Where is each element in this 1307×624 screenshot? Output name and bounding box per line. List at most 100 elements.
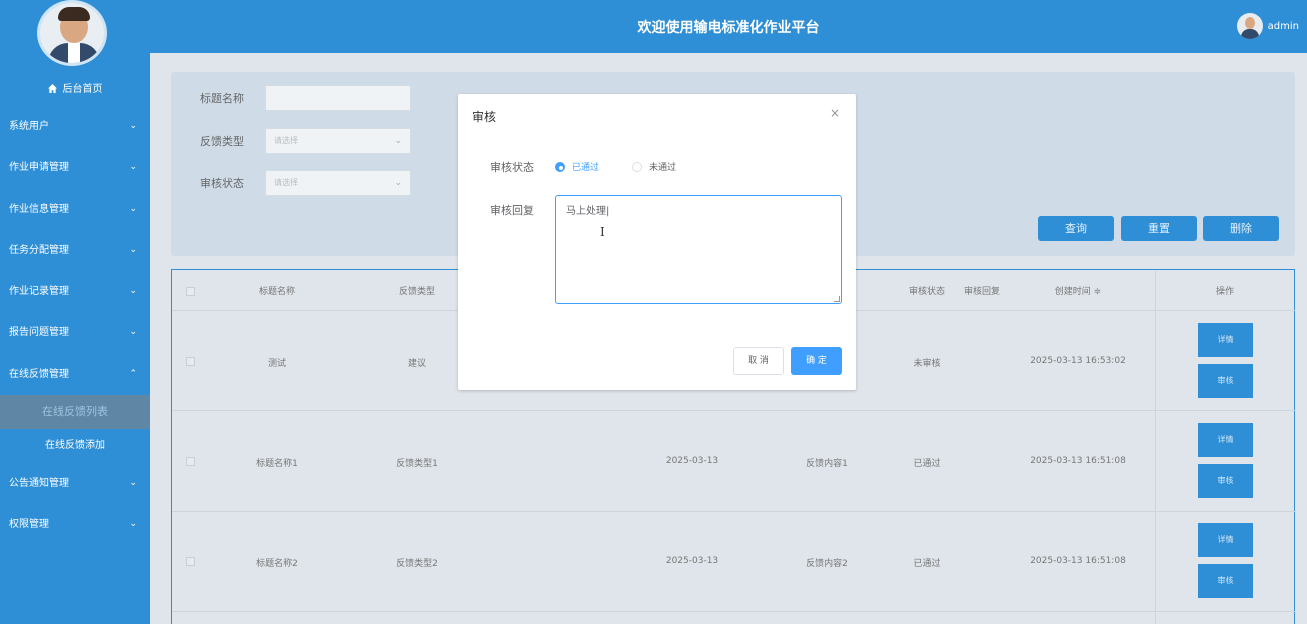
sidebar-item-label: 公告通知管理	[9, 478, 69, 490]
sidebar-item-home[interactable]: 后台首页	[0, 80, 150, 95]
cell-date: 2025-03-13	[665, 456, 719, 466]
reset-button[interactable]: 重置	[1121, 216, 1197, 241]
column-header-status: 审核状态	[908, 287, 945, 297]
sidebar-item-permissions[interactable]: 权限管理 ⌄	[0, 504, 150, 545]
sidebar-item-label: 在线反馈管理	[9, 368, 69, 380]
resize-handle-icon[interactable]	[834, 296, 840, 302]
close-icon[interactable]: ×	[830, 106, 840, 120]
cell-status: 已通过	[913, 559, 941, 569]
chevron-down-icon: ⌄	[129, 203, 137, 214]
chevron-down-icon: ⌄	[129, 162, 137, 173]
chevron-down-icon: ⌄	[129, 519, 137, 530]
status-filter-select[interactable]: 请选择 ⌄	[265, 170, 411, 196]
user-menu[interactable]: admin	[1236, 12, 1299, 40]
chevron-down-icon: ⌄	[129, 478, 137, 489]
cell-content: 反馈内容1	[806, 459, 848, 469]
review-button[interactable]: 审核	[1198, 364, 1253, 398]
detail-button[interactable]: 详情	[1198, 423, 1253, 457]
radio-approved-label: 已通过	[572, 163, 600, 173]
sidebar-item-task-assign[interactable]: 任务分配管理 ⌄	[0, 230, 150, 271]
query-button[interactable]: 查询	[1038, 216, 1114, 241]
chevron-down-icon: ⌄	[394, 178, 402, 188]
title-filter-input[interactable]	[265, 85, 411, 111]
sidebar-item-label: 系统用户	[9, 121, 49, 132]
review-button[interactable]: 审核	[1198, 564, 1253, 598]
type-filter-placeholder: 请选择	[274, 136, 298, 145]
detail-button[interactable]: 详情	[1198, 323, 1253, 357]
sidebar-item-online-feedback[interactable]: 在线反馈管理 ⌃	[0, 354, 150, 395]
review-reply-label: 审核回复	[490, 204, 534, 217]
review-reply-textarea[interactable]: 马上处理|	[555, 195, 842, 304]
sidebar-subitem-feedback-add[interactable]: 在线反馈添加	[0, 429, 150, 463]
row-checkbox[interactable]	[186, 357, 195, 366]
cell-title: 测试	[267, 359, 286, 369]
review-status-label: 审核状态	[490, 161, 534, 174]
page-title: 欢迎使用输电标准化作业平台	[637, 20, 820, 36]
sidebar-item-label: 任务分配管理	[9, 244, 69, 256]
text-cursor-icon: I	[600, 225, 605, 239]
cancel-button[interactable]: 取 消	[733, 347, 784, 375]
radio-approved[interactable]: 已通过	[555, 160, 599, 173]
review-dialog: 审核 × 审核状态 已通过 未通过 审核回复 马上处理| I 取 消 确 定	[458, 94, 856, 390]
cell-type: 反馈类型1	[396, 459, 438, 469]
sidebar-item-label: 权限管理	[9, 519, 49, 531]
review-button[interactable]: 审核	[1198, 464, 1253, 498]
cell-title: 标题名称2	[256, 559, 298, 569]
search-row-status: 审核状态 请选择 ⌄	[200, 170, 411, 196]
type-filter-label: 反馈类型	[200, 135, 244, 148]
sidebar-item-label: 作业信息管理	[9, 203, 69, 215]
status-filter-placeholder: 请选择	[274, 178, 298, 187]
type-filter-select[interactable]: 请选择 ⌄	[265, 128, 411, 154]
chevron-down-icon: ⌄	[129, 327, 137, 338]
delete-button[interactable]: 删除	[1203, 216, 1279, 241]
dialog-title: 审核	[472, 110, 497, 124]
column-header-title: 标题名称	[258, 287, 295, 297]
cell-created: 2025-03-13 16:51:08	[1030, 556, 1126, 566]
cell-content: 反馈内容2	[806, 559, 848, 569]
sidebar-item-system-users[interactable]: 系统用户 ⌄	[0, 106, 150, 147]
confirm-button[interactable]: 确 定	[791, 347, 842, 375]
detail-button[interactable]: 详情	[1198, 523, 1253, 557]
sidebar: 后台首页 系统用户 ⌄ 作业申请管理 ⌄ 作业信息管理 ⌄ 任务分配管理 ⌄ 作业记录管…	[0, 0, 150, 624]
select-all-checkbox[interactable]	[186, 287, 195, 296]
chevron-down-icon: ⌄	[129, 121, 137, 131]
sidebar-avatar	[37, 0, 107, 66]
sidebar-item-work-records[interactable]: 作业记录管理 ⌄	[0, 271, 150, 312]
cell-created: 2025-03-13 16:53:02	[1030, 356, 1126, 366]
avatar	[1236, 13, 1263, 39]
sidebar-item-label: 作业申请管理	[9, 162, 69, 174]
row-checkbox[interactable]	[186, 457, 195, 466]
sidebar-home-label: 后台首页	[62, 84, 103, 95]
search-row-title: 标题名称	[200, 85, 411, 111]
chevron-down-icon: ⌄	[129, 244, 137, 255]
chevron-down-icon: ⌄	[129, 286, 137, 297]
radio-rejected-label: 未通过	[649, 163, 677, 173]
cell-status: 未审核	[913, 359, 941, 369]
cell-type: 反馈类型2	[396, 559, 438, 569]
row-checkbox[interactable]	[186, 557, 195, 566]
column-header-created[interactable]: 创建时间 ≑	[1022, 284, 1134, 297]
chevron-up-icon: ⌃	[129, 368, 137, 379]
review-reply-text: 马上处理|	[566, 206, 610, 217]
cell-title: 标题名称1	[256, 459, 298, 469]
chevron-down-icon: ⌄	[394, 136, 402, 146]
home-icon	[47, 84, 57, 93]
cell-type: 建议	[407, 359, 426, 369]
status-filter-label: 审核状态	[200, 177, 244, 190]
radio-checked-icon	[555, 161, 565, 172]
sidebar-subitem-feedback-list[interactable]: 在线反馈列表	[0, 395, 150, 430]
sidebar-item-work-info[interactable]: 作业信息管理 ⌄	[0, 189, 150, 230]
top-header: 欢迎使用输电标准化作业平台 admin	[150, 0, 1307, 53]
sidebar-item-notices[interactable]: 公告通知管理 ⌄	[0, 463, 150, 504]
username: admin	[1267, 20, 1299, 32]
search-row-type: 反馈类型 请选择 ⌄	[200, 128, 411, 154]
cell-created: 2025-03-13 16:51:08	[1030, 456, 1126, 466]
cell-status: 已通过	[913, 459, 941, 469]
radio-rejected[interactable]: 未通过	[632, 160, 676, 173]
cell-date: 2025-03-13	[665, 556, 719, 566]
column-header-type: 反馈类型	[398, 287, 435, 297]
sidebar-item-report-issues[interactable]: 报告问题管理 ⌄	[0, 312, 150, 353]
sidebar-item-label: 作业记录管理	[9, 286, 69, 298]
sidebar-item-work-application[interactable]: 作业申请管理 ⌄	[0, 147, 150, 188]
column-header-actions: 操作	[1215, 287, 1234, 297]
